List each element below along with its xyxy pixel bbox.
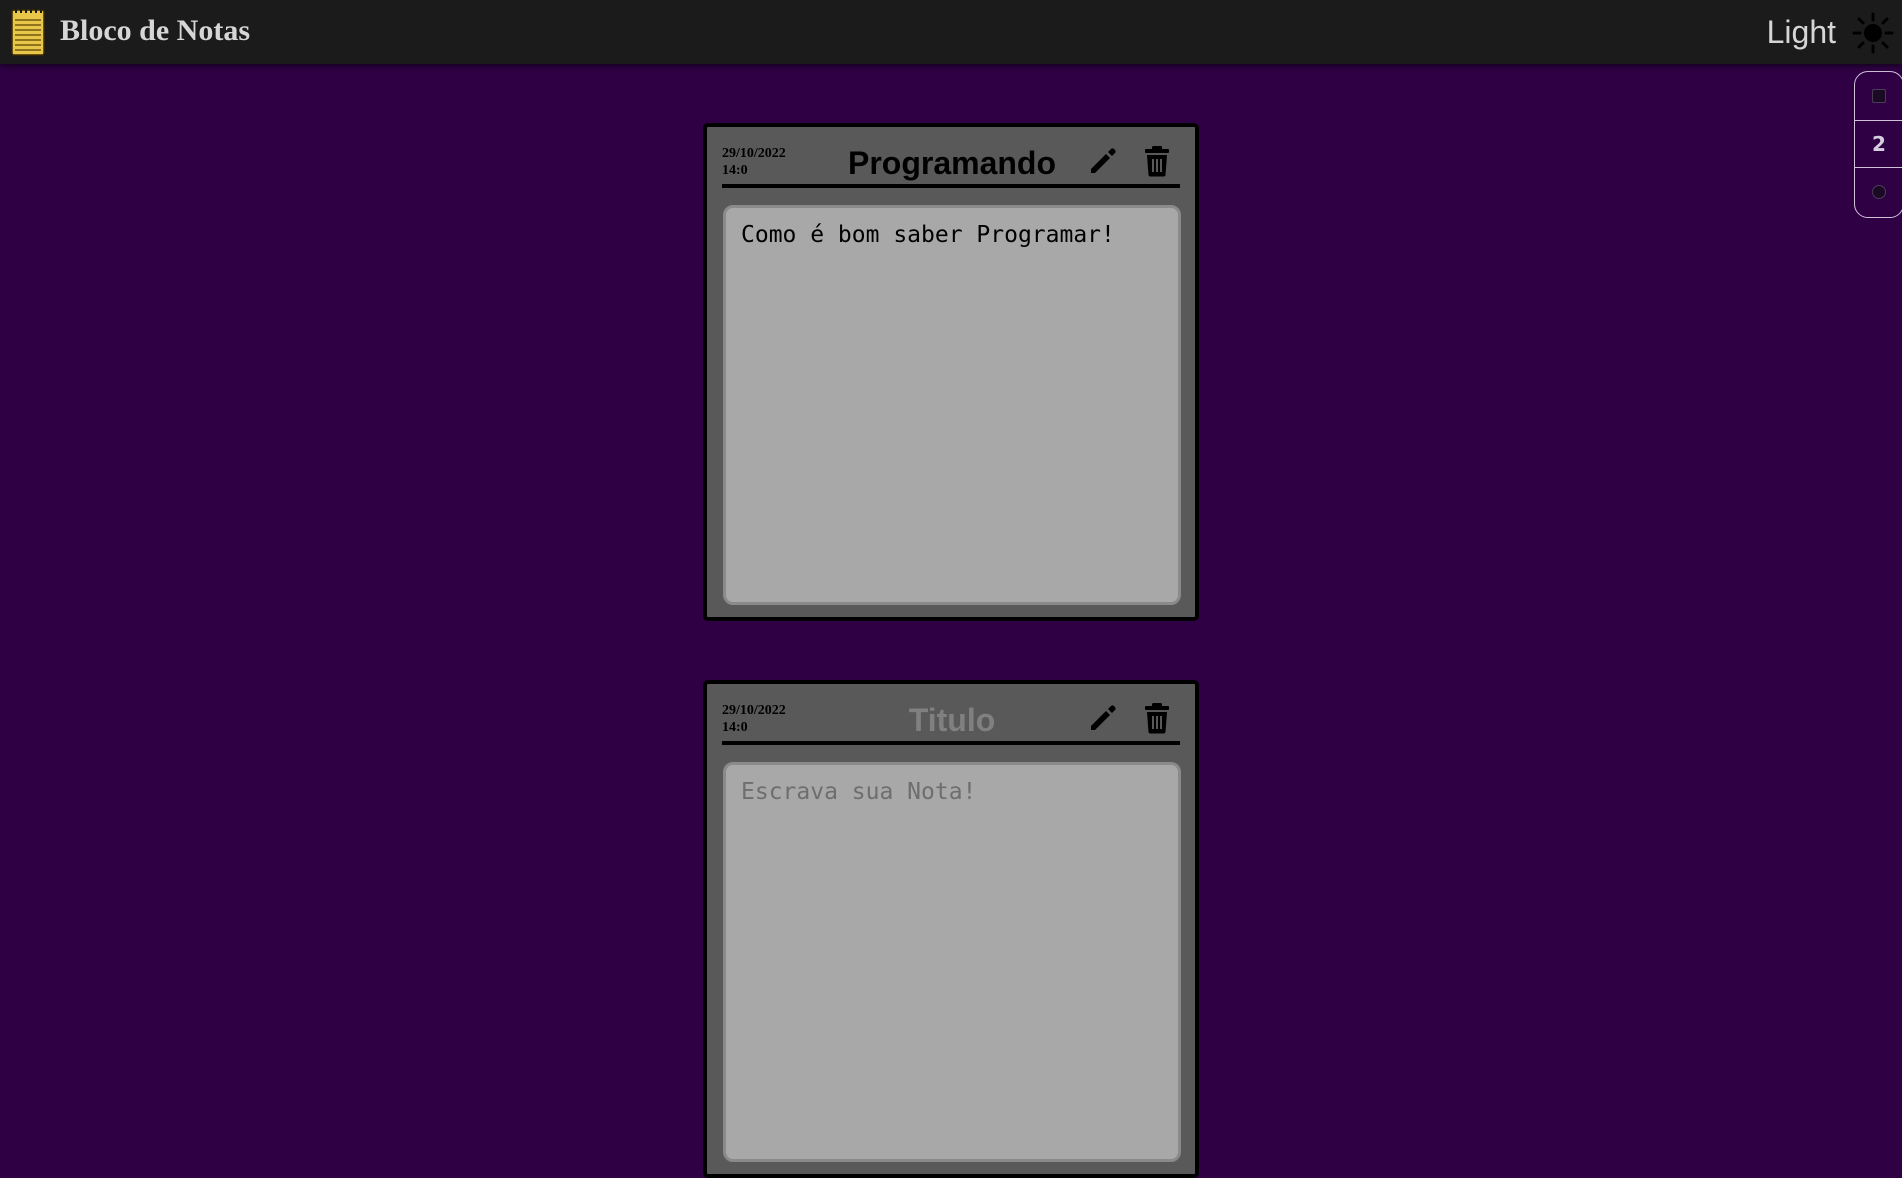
pencil-icon[interactable]	[1087, 702, 1119, 734]
notepad-icon	[11, 6, 45, 56]
next-page-cell	[1855, 168, 1902, 216]
square-icon[interactable]	[1872, 89, 1886, 103]
note-text-area[interactable]: Escrava sua Nota!	[723, 762, 1181, 1162]
current-page-number: 2	[1855, 120, 1902, 168]
note-title-input[interactable]: Titulo	[817, 700, 1087, 740]
note-divider	[722, 741, 1180, 745]
trash-icon[interactable]	[1143, 702, 1171, 734]
pencil-icon[interactable]	[1087, 145, 1119, 177]
note-timestamp: 29/10/2022 14:0	[722, 702, 786, 736]
note-date: 29/10/2022	[722, 703, 786, 718]
note-date: 29/10/2022	[722, 146, 786, 161]
pagination: 2	[1854, 71, 1902, 218]
trash-icon[interactable]	[1143, 145, 1171, 177]
top-bar: Bloco de Notas Light	[0, 0, 1902, 64]
note-timestamp: 29/10/2022 14:0	[722, 145, 786, 179]
app-title: Bloco de Notas	[60, 14, 250, 47]
circle-icon[interactable]	[1872, 185, 1886, 199]
note-card: 29/10/2022 14:0 Titulo Escrava sua Nota!	[703, 680, 1199, 1178]
note-text-area[interactable]: Como é bom saber Programar!	[723, 205, 1181, 605]
note-title-input[interactable]: Programando	[817, 143, 1087, 183]
theme-toggle-label[interactable]: Light	[1767, 14, 1836, 51]
prev-page-cell	[1855, 72, 1902, 120]
note-divider	[722, 184, 1180, 188]
sun-icon[interactable]	[1852, 12, 1894, 54]
note-time: 14:0	[722, 720, 748, 735]
note-time: 14:0	[722, 163, 748, 178]
note-card: 29/10/2022 14:0 Programando Como é bom s…	[703, 123, 1199, 621]
